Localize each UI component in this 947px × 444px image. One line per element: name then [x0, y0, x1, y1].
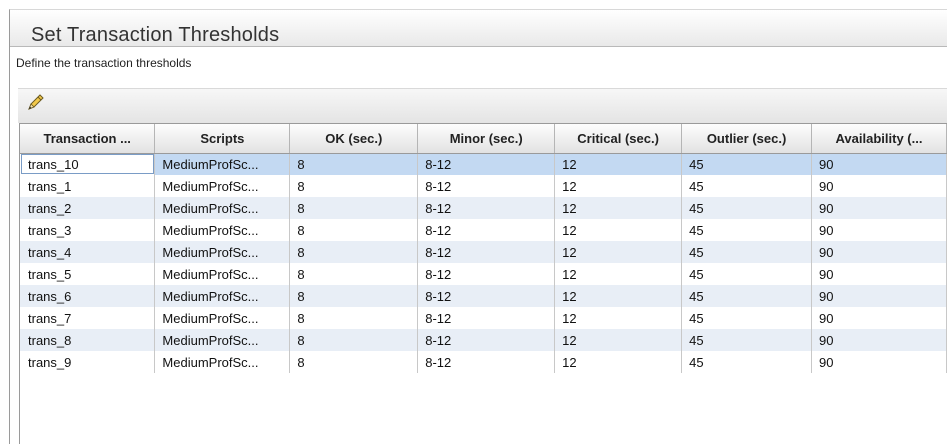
pencil-icon [28, 94, 44, 110]
cell-critical[interactable]: 12 [554, 285, 683, 307]
cell-ok[interactable]: 8 [289, 329, 419, 351]
cell-ok[interactable]: 8 [289, 263, 419, 285]
table-row[interactable]: trans_7 MediumProfSc... 8 8-12 12 45 90 [20, 307, 947, 329]
cell-availability[interactable]: 90 [811, 219, 947, 241]
cell-availability[interactable]: 90 [811, 241, 947, 263]
cell-critical[interactable]: 12 [554, 197, 683, 219]
cell-ok[interactable]: 8 [289, 351, 419, 373]
cell-critical[interactable]: 12 [554, 175, 683, 197]
cell-ok[interactable]: 8 [289, 197, 419, 219]
cell-critical[interactable]: 12 [554, 153, 683, 175]
cell-availability[interactable]: 90 [811, 175, 947, 197]
cell-critical[interactable]: 12 [554, 329, 683, 351]
cell-outlier[interactable]: 45 [681, 175, 813, 197]
table-row[interactable]: trans_10 MediumProfSc... 8 8-12 12 45 90 [20, 153, 947, 175]
thresholds-table: Transaction ... Scripts OK (sec.) Minor … [19, 123, 947, 444]
cell-outlier[interactable]: 45 [681, 219, 813, 241]
cell-outlier[interactable]: 45 [681, 307, 813, 329]
title-bar: Set Transaction Thresholds [10, 10, 947, 47]
cell-minor[interactable]: 8-12 [417, 241, 556, 263]
cell-minor[interactable]: 8-12 [417, 153, 556, 175]
table-row[interactable]: trans_9 MediumProfSc... 8 8-12 12 45 90 [20, 351, 947, 373]
cell-transaction[interactable]: trans_2 [20, 197, 156, 219]
cell-script[interactable]: MediumProfSc... [154, 153, 291, 175]
cell-transaction[interactable]: trans_4 [20, 241, 156, 263]
cell-script[interactable]: MediumProfSc... [154, 175, 291, 197]
cell-critical[interactable]: 12 [554, 307, 683, 329]
table-row[interactable]: trans_6 MediumProfSc... 8 8-12 12 45 90 [20, 285, 947, 307]
table-row[interactable]: trans_2 MediumProfSc... 8 8-12 12 45 90 [20, 197, 947, 219]
cell-critical[interactable]: 12 [554, 219, 683, 241]
table-row[interactable]: trans_8 MediumProfSc... 8 8-12 12 45 90 [20, 329, 947, 351]
cell-ok[interactable]: 8 [289, 307, 419, 329]
cell-minor[interactable]: 8-12 [417, 307, 556, 329]
cell-minor[interactable]: 8-12 [417, 197, 556, 219]
column-header-outlier[interactable]: Outlier (sec.) [681, 124, 813, 154]
cell-transaction[interactable]: trans_6 [20, 285, 156, 307]
column-header-ok[interactable]: OK (sec.) [289, 124, 419, 154]
cell-availability[interactable]: 90 [811, 285, 947, 307]
cell-minor[interactable]: 8-12 [417, 219, 556, 241]
edit-button[interactable] [24, 92, 46, 114]
column-header-critical[interactable]: Critical (sec.) [554, 124, 683, 154]
column-header-scripts[interactable]: Scripts [154, 124, 291, 154]
cell-transaction[interactable]: trans_3 [20, 219, 156, 241]
page-title: Set Transaction Thresholds [31, 24, 280, 46]
cell-outlier[interactable]: 45 [681, 153, 813, 175]
toolbar [18, 88, 947, 123]
cell-script[interactable]: MediumProfSc... [154, 197, 291, 219]
column-header-transaction[interactable]: Transaction ... [20, 124, 156, 154]
cell-ok[interactable]: 8 [289, 285, 419, 307]
cell-availability[interactable]: 90 [811, 263, 947, 285]
cell-critical[interactable]: 12 [554, 351, 683, 373]
cell-outlier[interactable]: 45 [681, 285, 813, 307]
table-header-row: Transaction ... Scripts OK (sec.) Minor … [20, 124, 947, 154]
column-header-availability[interactable]: Availability (... [811, 124, 947, 154]
cell-script[interactable]: MediumProfSc... [154, 307, 291, 329]
cell-outlier[interactable]: 45 [681, 263, 813, 285]
cell-script[interactable]: MediumProfSc... [154, 241, 291, 263]
cell-transaction[interactable]: trans_8 [20, 329, 156, 351]
cell-availability[interactable]: 90 [811, 197, 947, 219]
cell-minor[interactable]: 8-12 [417, 263, 556, 285]
cell-minor[interactable]: 8-12 [417, 351, 556, 373]
cell-availability[interactable]: 90 [811, 351, 947, 373]
cell-minor[interactable]: 8-12 [417, 175, 556, 197]
table-row[interactable]: trans_3 MediumProfSc... 8 8-12 12 45 90 [20, 219, 947, 241]
cell-ok[interactable]: 8 [289, 241, 419, 263]
cell-ok[interactable]: 8 [289, 219, 419, 241]
cell-transaction[interactable]: trans_10 [20, 153, 156, 175]
cell-script[interactable]: MediumProfSc... [154, 285, 291, 307]
table-row[interactable]: trans_5 MediumProfSc... 8 8-12 12 45 90 [20, 263, 947, 285]
column-header-minor[interactable]: Minor (sec.) [417, 124, 556, 154]
table-row[interactable]: trans_1 MediumProfSc... 8 8-12 12 45 90 [20, 175, 947, 197]
cell-script[interactable]: MediumProfSc... [154, 329, 291, 351]
cell-availability[interactable]: 90 [811, 329, 947, 351]
cell-transaction[interactable]: trans_1 [20, 175, 156, 197]
cell-transaction[interactable]: trans_9 [20, 351, 156, 373]
cell-minor[interactable]: 8-12 [417, 285, 556, 307]
cell-critical[interactable]: 12 [554, 241, 683, 263]
cell-critical[interactable]: 12 [554, 263, 683, 285]
cell-transaction[interactable]: trans_5 [20, 263, 156, 285]
cell-outlier[interactable]: 45 [681, 197, 813, 219]
cell-availability[interactable]: 90 [811, 153, 947, 175]
cell-outlier[interactable]: 45 [681, 351, 813, 373]
cell-transaction[interactable]: trans_7 [20, 307, 156, 329]
cell-outlier[interactable]: 45 [681, 329, 813, 351]
cell-minor[interactable]: 8-12 [417, 329, 556, 351]
cell-script[interactable]: MediumProfSc... [154, 351, 291, 373]
page-subtitle: Define the transaction thresholds [16, 56, 192, 70]
table-row[interactable]: trans_4 MediumProfSc... 8 8-12 12 45 90 [20, 241, 947, 263]
cell-script[interactable]: MediumProfSc... [154, 219, 291, 241]
cell-availability[interactable]: 90 [811, 307, 947, 329]
cell-ok[interactable]: 8 [289, 175, 419, 197]
cell-script[interactable]: MediumProfSc... [154, 263, 291, 285]
cell-outlier[interactable]: 45 [681, 241, 813, 263]
cell-ok[interactable]: 8 [289, 153, 419, 175]
